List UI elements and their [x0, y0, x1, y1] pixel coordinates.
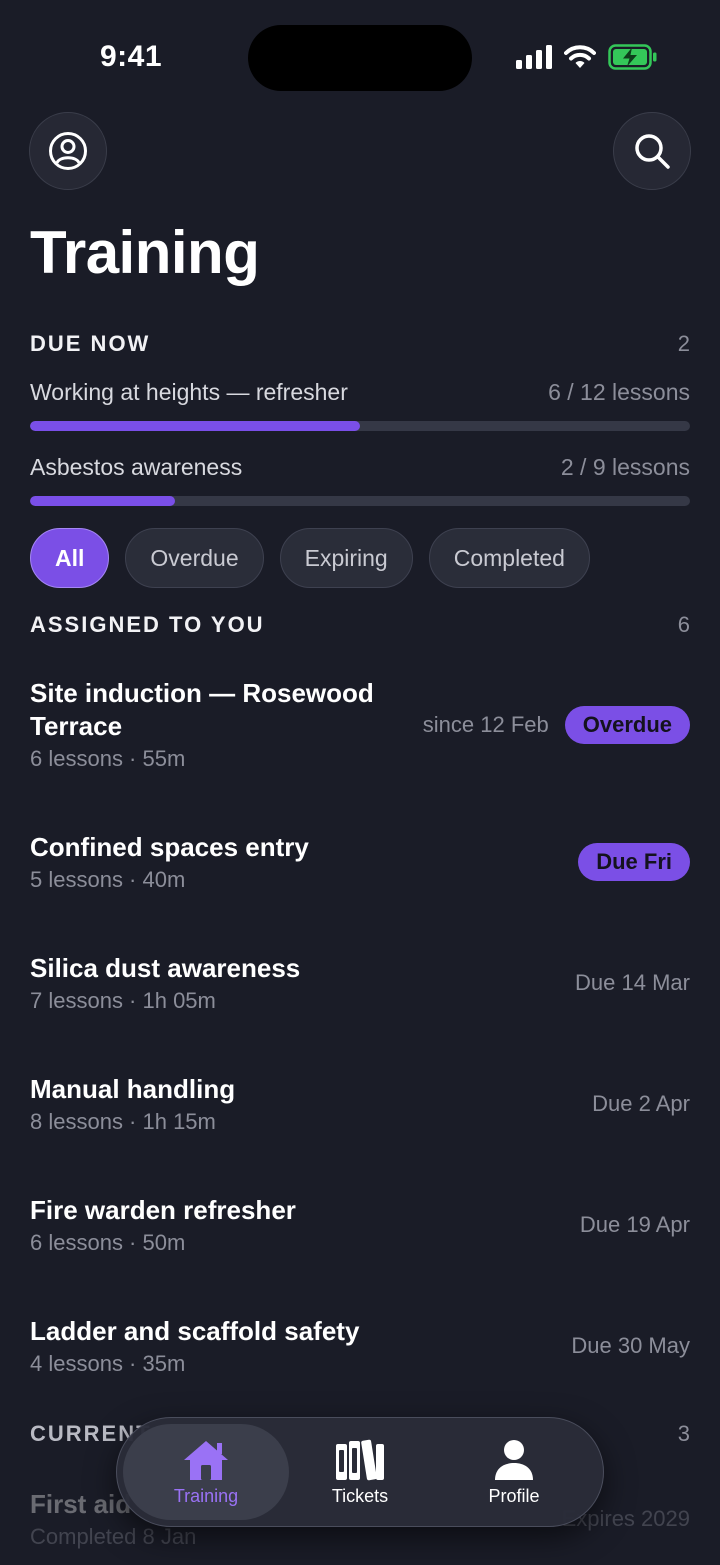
course-title: Confined spaces entry: [30, 832, 309, 862]
course-title: Manual handling: [30, 1074, 236, 1104]
tab-training[interactable]: Training: [123, 1424, 289, 1520]
user-circle-icon: [49, 132, 87, 170]
list-item[interactable]: Confined spaces entry 5 lessons · 40m Du…: [30, 831, 690, 893]
assigned-count: 6: [677, 612, 690, 637]
progress-bar: [30, 496, 690, 506]
due-course-title: Working at heights — refresher: [30, 379, 348, 405]
tab-label: Profile: [488, 1485, 540, 1506]
house-icon: [184, 1440, 228, 1480]
progress-bar: [30, 421, 690, 431]
course-title-line2: Terrace: [30, 711, 123, 741]
course-title-line1: Site induction — Rosewood: [30, 678, 374, 708]
list-item[interactable]: Fire warden refresher 6 lessons · 50m Du…: [30, 1194, 690, 1256]
tab-tickets[interactable]: Tickets: [277, 1424, 443, 1520]
cellular-signal-icon: [516, 45, 552, 69]
course-date: Due 14 Mar: [575, 970, 690, 995]
due-course-title: Asbestos awareness: [30, 454, 243, 480]
course-date: since 12 Feb: [422, 711, 549, 737]
course-title: Ladder and scaffold safety: [30, 1316, 360, 1346]
wifi-icon: [564, 45, 596, 68]
due-course-card[interactable]: Working at heights — refresher 6 / 12 le…: [30, 379, 690, 431]
filter-chip-completed[interactable]: Completed: [428, 528, 590, 588]
course-meta: 5 lessons · 40m: [30, 867, 186, 892]
due-now-header: DUE NOW 2: [30, 331, 690, 357]
course-meta: 7 lessons · 1h 05m: [30, 988, 216, 1013]
tab-bar: Training Tickets Profile: [116, 1417, 604, 1527]
list-item[interactable]: Manual handling 8 lessons · 1h 15m Due 2…: [30, 1073, 690, 1135]
search-icon: [635, 134, 670, 169]
tab-label: Tickets: [331, 1485, 389, 1506]
person-icon: [495, 1439, 533, 1480]
books-icon: [336, 1439, 384, 1480]
course-date: Due 19 Apr: [579, 1212, 690, 1237]
due-now-label: DUE NOW: [30, 331, 151, 356]
list-item[interactable]: Site induction — Rosewood Terrace 6 less…: [30, 677, 690, 772]
filter-chips: All Overdue Expiring Completed: [30, 528, 590, 588]
course-date: Due 2 Apr: [592, 1091, 690, 1116]
list-item[interactable]: Silica dust awareness 7 lessons · 1h 05m…: [30, 952, 690, 1014]
dynamic-island: [248, 25, 472, 91]
status-badge: Due Fri: [578, 843, 690, 881]
page-title: Training: [30, 219, 260, 286]
status-badge: Overdue: [564, 705, 690, 744]
progress-fill: [30, 496, 176, 506]
status-bar: 9:41: [0, 0, 720, 110]
assigned-label: ASSIGNED TO YOU: [30, 612, 265, 637]
course-date: Due 30 May: [571, 1333, 690, 1358]
course-meta: Completed 8 Jan: [30, 1524, 197, 1549]
due-course-progress-text: 6 / 12 lessons: [548, 379, 690, 405]
filter-chip-overdue[interactable]: Overdue: [125, 528, 264, 588]
course-meta: 6 lessons · 55m: [30, 746, 186, 771]
course-meta: 6 lessons · 50m: [30, 1230, 186, 1255]
current-count: 3: [677, 1421, 690, 1446]
tab-label: Training: [173, 1485, 239, 1506]
status-icons: [516, 44, 658, 70]
due-course-progress-text: 2 / 9 lessons: [560, 454, 690, 480]
progress-fill: [30, 421, 360, 431]
account-button[interactable]: [29, 112, 107, 190]
filter-chip-expiring[interactable]: Expiring: [279, 528, 413, 588]
course-meta: 8 lessons · 1h 15m: [30, 1109, 216, 1134]
due-now-count: 2: [677, 331, 690, 356]
course-meta: 4 lessons · 35m: [30, 1351, 186, 1376]
course-title: Silica dust awareness: [30, 953, 301, 983]
tab-profile[interactable]: Profile: [431, 1424, 597, 1520]
course-title: Fire warden refresher: [30, 1195, 296, 1225]
status-time: 9:41: [100, 40, 163, 73]
due-course-card[interactable]: Asbestos awareness 2 / 9 lessons: [30, 454, 690, 506]
filter-chip-all[interactable]: All: [30, 528, 110, 588]
search-button[interactable]: [613, 112, 691, 190]
assigned-header: ASSIGNED TO YOU 6: [30, 612, 690, 638]
battery-charging-icon: [608, 44, 657, 70]
list-item[interactable]: Ladder and scaffold safety 4 lessons · 3…: [30, 1315, 690, 1377]
